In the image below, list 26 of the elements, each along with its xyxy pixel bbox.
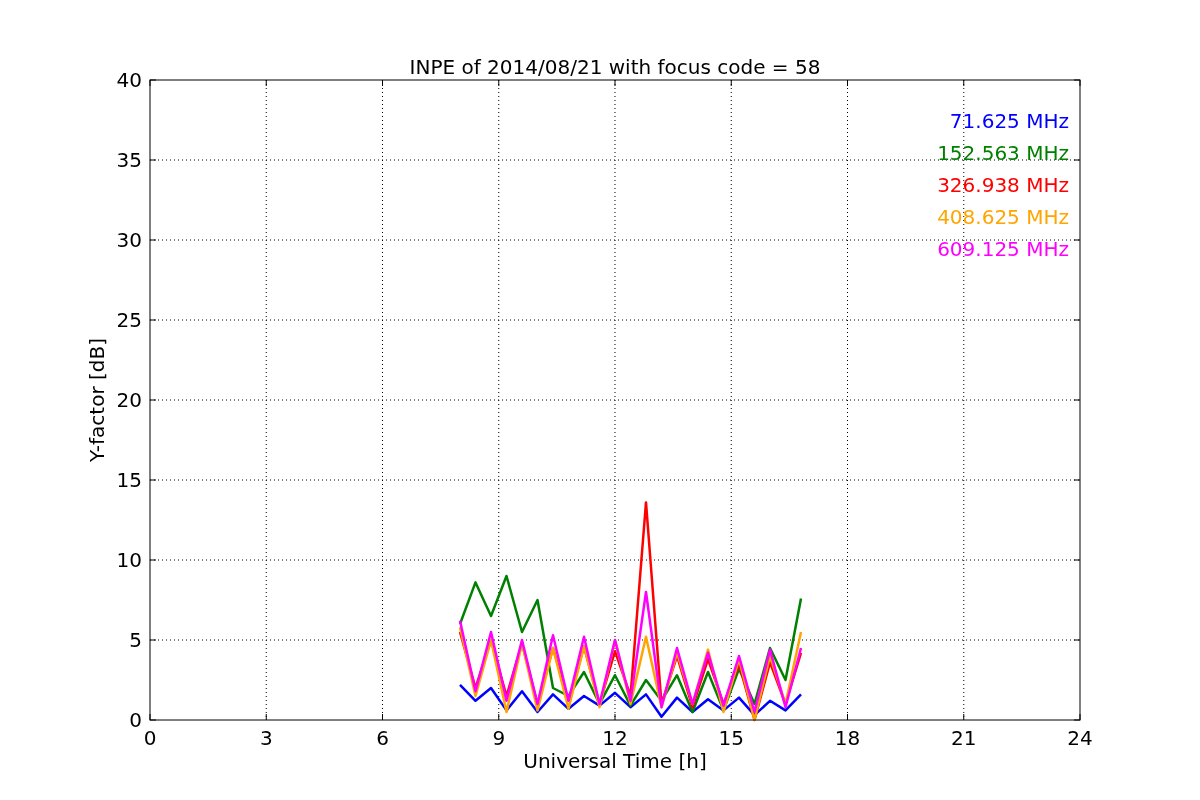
- y-axis-label: Y-factor [dB]: [85, 338, 109, 462]
- y-tick-label: 40: [116, 68, 142, 92]
- y-tick-label: 20: [116, 388, 142, 412]
- x-tick-label: 0: [143, 726, 157, 750]
- legend-label: 408.625 MHz: [937, 205, 1069, 229]
- legend-label: 326.938 MHz: [937, 173, 1069, 197]
- y-tick-label: 30: [116, 228, 142, 252]
- x-tick-label: 9: [492, 726, 506, 750]
- chart-title: INPE of 2014/08/21 with focus code = 58: [409, 55, 821, 79]
- y-tick-label: 15: [116, 468, 142, 492]
- x-tick-label: 15: [718, 726, 744, 750]
- legend-label: 71.625 MHz: [949, 109, 1069, 133]
- legend-label: 609.125 MHz: [937, 237, 1069, 261]
- y-tick-label: 25: [116, 308, 142, 332]
- x-tick-label: 21: [951, 726, 977, 750]
- y-tick-label: 10: [116, 548, 142, 572]
- legend-label: 152.563 MHz: [937, 141, 1069, 165]
- x-tick-label: 3: [259, 726, 273, 750]
- y-tick-label: 0: [129, 708, 142, 732]
- x-tick-label: 24: [1067, 726, 1093, 750]
- x-tick-label: 6: [376, 726, 389, 750]
- y-tick-label: 35: [116, 148, 142, 172]
- x-tick-label: 18: [834, 726, 861, 750]
- x-tick-label: 12: [602, 726, 628, 750]
- x-axis-label: Universal Time [h]: [523, 749, 707, 773]
- y-tick-label: 5: [129, 628, 142, 652]
